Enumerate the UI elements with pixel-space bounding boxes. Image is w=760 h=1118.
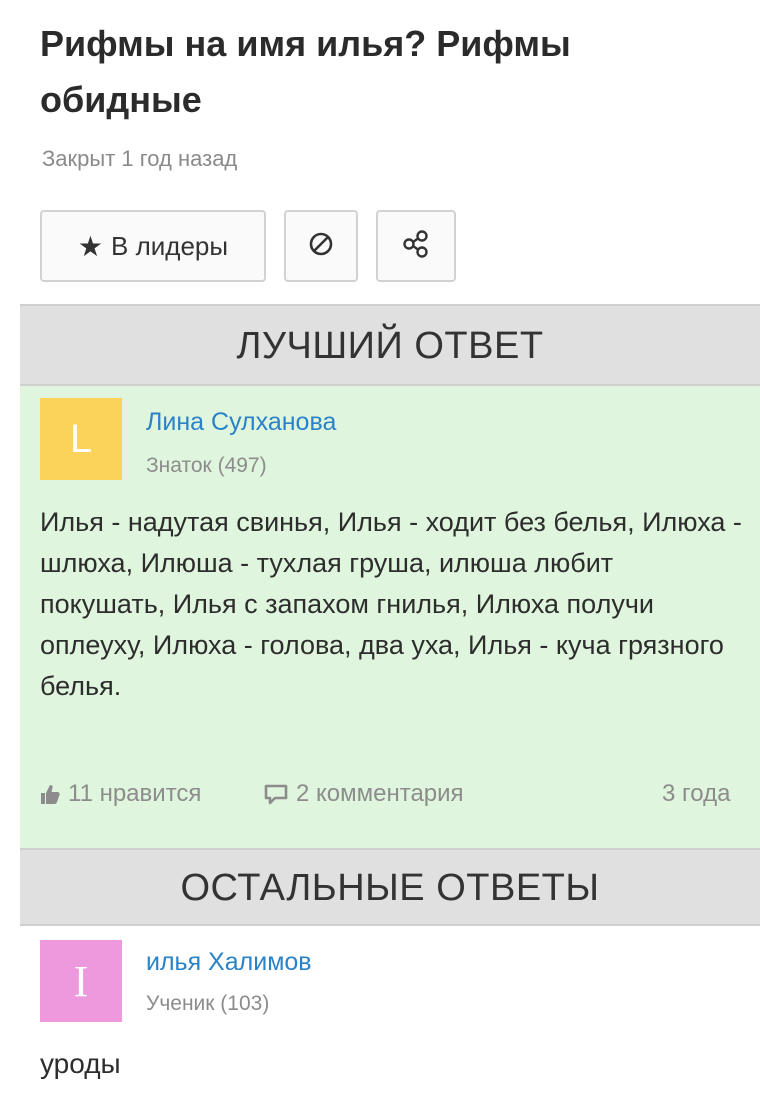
ban-icon	[308, 231, 334, 262]
author-rank: Знаток (497)	[146, 454, 267, 477]
report-button[interactable]	[284, 210, 358, 282]
avatar[interactable]: L	[40, 398, 122, 480]
other-answers-header: ОСТАЛЬНЫЕ ОТВЕТЫ	[20, 848, 760, 926]
best-answer-card: L Лина Сулханова Знаток (497) Илья - над…	[20, 386, 760, 848]
best-answer-header: ЛУЧШИЙ ОТВЕТ	[20, 304, 760, 386]
question-title: Рифмы на имя илья? Рифмы обидные	[40, 23, 571, 120]
add-to-leaders-button[interactable]: ★ В лидеры	[40, 210, 266, 282]
answer-text: Илья - надутая свинья, Илья - ходит без …	[40, 507, 742, 701]
likes-count: 11 нравится	[68, 780, 202, 807]
star-icon: ★	[77, 230, 104, 262]
avatar[interactable]: I	[40, 940, 122, 1022]
add-to-leaders-label: В лидеры	[111, 230, 229, 261]
thumbs-up-icon	[41, 785, 60, 804]
answer-age: 3 года	[662, 780, 731, 807]
like-button[interactable]: 11 нравится	[40, 780, 201, 808]
author-rank: Ученик (103)	[146, 992, 270, 1015]
author-name[interactable]: илья Халимов	[146, 948, 312, 977]
share-button[interactable]	[376, 210, 456, 282]
list-item: I илья Халимов Ученик (103) уроды	[20, 926, 760, 1118]
comments-count: 2 комментария	[296, 780, 464, 807]
share-icon	[401, 229, 431, 264]
comments-button[interactable]: 2 комментария	[264, 780, 464, 808]
author-name[interactable]: Лина Сулханова	[146, 408, 336, 437]
comment-icon	[264, 784, 288, 805]
answer-text: уроды	[40, 1048, 121, 1079]
closed-status: Закрыт 1 год назад	[42, 146, 238, 171]
